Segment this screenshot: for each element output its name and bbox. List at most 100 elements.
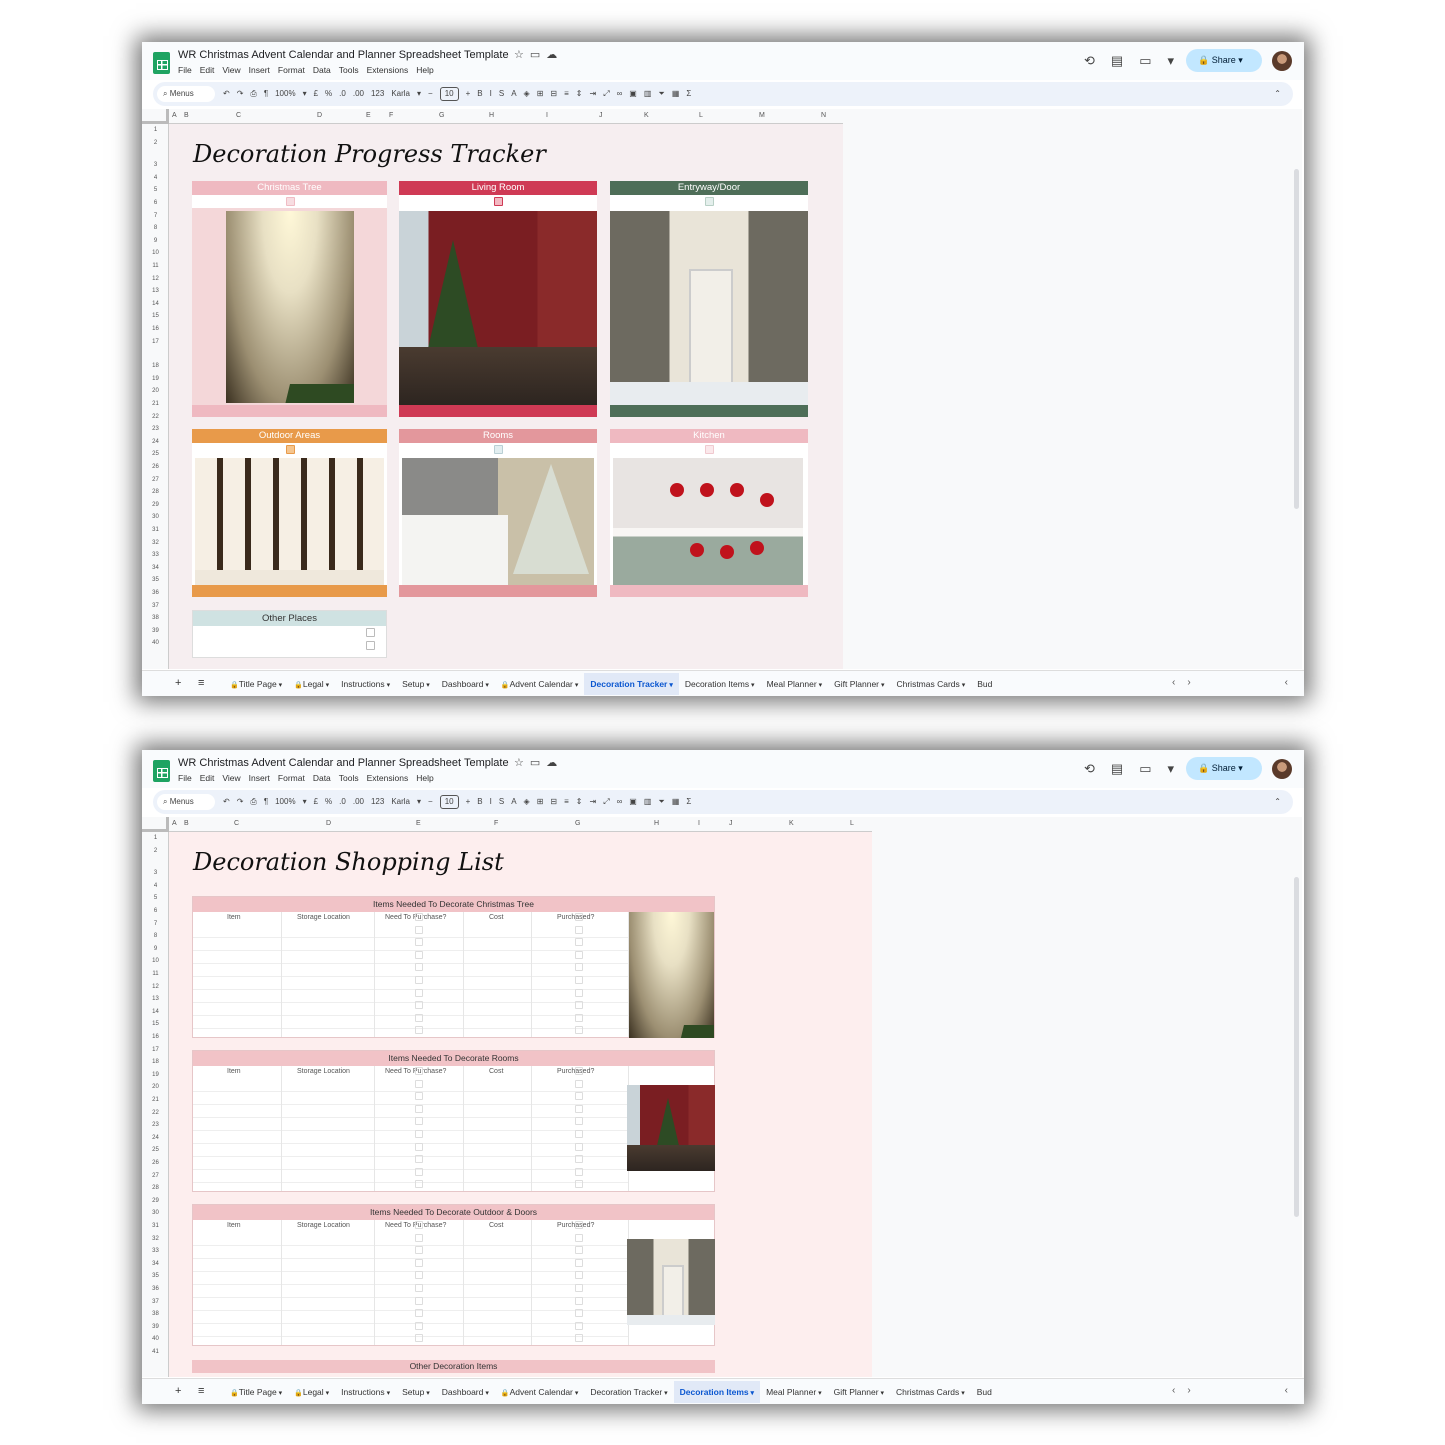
checkbox[interactable]	[575, 1142, 583, 1151]
paint-format-icon[interactable]: ¶	[264, 89, 268, 98]
menu-format[interactable]: Format	[278, 65, 305, 75]
row-header[interactable]: 11	[142, 263, 169, 269]
checkbox[interactable]	[415, 1321, 423, 1330]
italic-button[interactable]: I	[490, 797, 492, 806]
checkbox[interactable]	[575, 1155, 583, 1164]
all-sheets-icon[interactable]: ≡	[198, 677, 204, 689]
column-header[interactable]: L	[699, 112, 703, 119]
tab-title-page[interactable]: 🔒Title Page ▾	[224, 1381, 288, 1403]
chevron-down-icon[interactable]: ▾	[879, 682, 885, 689]
redo-icon[interactable]: ↷	[237, 797, 244, 806]
card-checkbox[interactable]	[705, 197, 714, 206]
checkbox[interactable]	[415, 1271, 423, 1280]
borders-icon[interactable]: ⊞	[537, 89, 544, 98]
chevron-down-icon[interactable]: ▾	[277, 682, 283, 689]
row-header[interactable]: 28	[142, 1185, 169, 1191]
filter-views-icon[interactable]: ▦	[672, 797, 680, 806]
checkbox[interactable]	[575, 1283, 583, 1292]
menu-view[interactable]: View	[222, 773, 240, 783]
merge-icon[interactable]: ⊟	[550, 89, 557, 98]
strikethrough-button[interactable]: S	[499, 89, 504, 98]
row-header[interactable]: 39	[142, 628, 169, 634]
row-header[interactable]: 35	[142, 577, 169, 583]
chevron-down-icon[interactable]: ▾	[385, 682, 391, 689]
chevron-down-icon[interactable]: ▾	[303, 89, 307, 98]
decrease-font-icon[interactable]: −	[428, 797, 433, 806]
cloud-icon[interactable]: ☁	[546, 757, 563, 769]
checkbox[interactable]	[575, 975, 583, 984]
row-header[interactable]: 9	[142, 946, 169, 952]
chevron-down-icon[interactable]: ▾	[303, 797, 307, 806]
column-header[interactable]: F	[494, 820, 498, 827]
filter-views-icon[interactable]: ▦	[672, 89, 680, 98]
tab-christmas-cards[interactable]: Christmas Cards ▾	[890, 1381, 971, 1403]
column-header[interactable]: A	[172, 820, 177, 827]
tab-legal[interactable]: 🔒Legal ▾	[288, 673, 335, 695]
checkbox[interactable]	[575, 1001, 583, 1010]
checkbox[interactable]	[575, 913, 583, 921]
comment-add-icon[interactable]: ▣	[629, 89, 637, 98]
decrease-font-icon[interactable]: −	[428, 89, 433, 98]
checkbox[interactable]	[415, 1092, 423, 1101]
checkbox[interactable]	[575, 1233, 583, 1242]
checkbox[interactable]	[415, 1309, 423, 1318]
align-icon[interactable]: ≡	[564, 89, 569, 98]
row-header[interactable]: 40	[142, 640, 169, 646]
column-header[interactable]: L	[850, 820, 854, 827]
merge-icon[interactable]: ⊟	[550, 797, 557, 806]
checkbox[interactable]	[415, 1233, 423, 1242]
print-icon[interactable]: ⎙	[250, 797, 256, 806]
menu-help[interactable]: Help	[416, 773, 433, 783]
menu-insert[interactable]: Insert	[249, 773, 270, 783]
checkbox[interactable]	[575, 950, 583, 959]
checkbox[interactable]	[415, 925, 423, 934]
row-header[interactable]: 33	[142, 1248, 169, 1254]
meet-icon[interactable]: ▭▾	[1139, 53, 1190, 68]
rotate-icon[interactable]: ⤢	[603, 89, 609, 98]
valign-icon[interactable]: ⇕	[576, 797, 583, 806]
decrease-decimal-button[interactable]: .0	[339, 89, 346, 98]
bold-button[interactable]: B	[477, 797, 482, 806]
row-header[interactable]: 20	[142, 1084, 169, 1090]
row-header[interactable]: 24	[142, 439, 169, 445]
row-header[interactable]: 2	[142, 140, 169, 146]
increase-decimal-button[interactable]: .00	[353, 89, 364, 98]
column-header[interactable]: B	[184, 820, 189, 827]
filter-icon[interactable]: ⏷	[658, 797, 664, 806]
column-header[interactable]: D	[326, 820, 331, 827]
select-all-corner[interactable]	[142, 817, 169, 832]
collapse-toolbar-icon[interactable]: ⌃	[1274, 82, 1281, 106]
card-checkbox[interactable]	[705, 445, 714, 454]
checkbox[interactable]	[575, 988, 583, 997]
column-header[interactable]: K	[644, 112, 649, 119]
tab-decoration-items[interactable]: Decoration Items ▾	[679, 673, 761, 695]
row-header[interactable]: 3	[142, 870, 169, 876]
other-places-checkbox[interactable]	[366, 641, 375, 650]
sheets-logo-icon[interactable]	[153, 760, 170, 782]
tab-decoration-tracker[interactable]: Decoration Tracker ▾	[584, 1381, 673, 1403]
section-grid[interactable]	[193, 925, 628, 1037]
folder-icon[interactable]: ▭	[530, 49, 546, 61]
row-header[interactable]: 12	[142, 276, 169, 282]
row-header[interactable]: 1	[142, 835, 169, 841]
row-header[interactable]: 32	[142, 540, 169, 546]
row-header[interactable]: 19	[142, 1072, 169, 1078]
checkbox[interactable]	[415, 1142, 423, 1151]
row-header[interactable]: 30	[142, 514, 169, 520]
tab-gift-planner[interactable]: Gift Planner ▾	[828, 673, 890, 695]
row-header[interactable]: 10	[142, 250, 169, 256]
column-header[interactable]: N	[821, 112, 826, 119]
row-header[interactable]: 6	[142, 908, 169, 914]
other-places-checkbox[interactable]	[366, 628, 375, 637]
chevron-down-icon[interactable]: ▾	[817, 682, 823, 689]
fill-color-icon[interactable]: ◈	[524, 797, 530, 806]
row-header[interactable]: 8	[142, 225, 169, 231]
column-header[interactable]: E	[366, 112, 371, 119]
comment-icon[interactable]: ▤	[1111, 761, 1139, 776]
menu-extensions[interactable]: Extensions	[367, 773, 409, 783]
checkbox[interactable]	[415, 1079, 423, 1088]
row-header[interactable]: 31	[142, 1223, 169, 1229]
chevron-down-icon[interactable]: ▾	[749, 682, 755, 689]
chevron-down-icon[interactable]: ▾	[1238, 55, 1243, 65]
row-header[interactable]: 3	[142, 162, 169, 168]
